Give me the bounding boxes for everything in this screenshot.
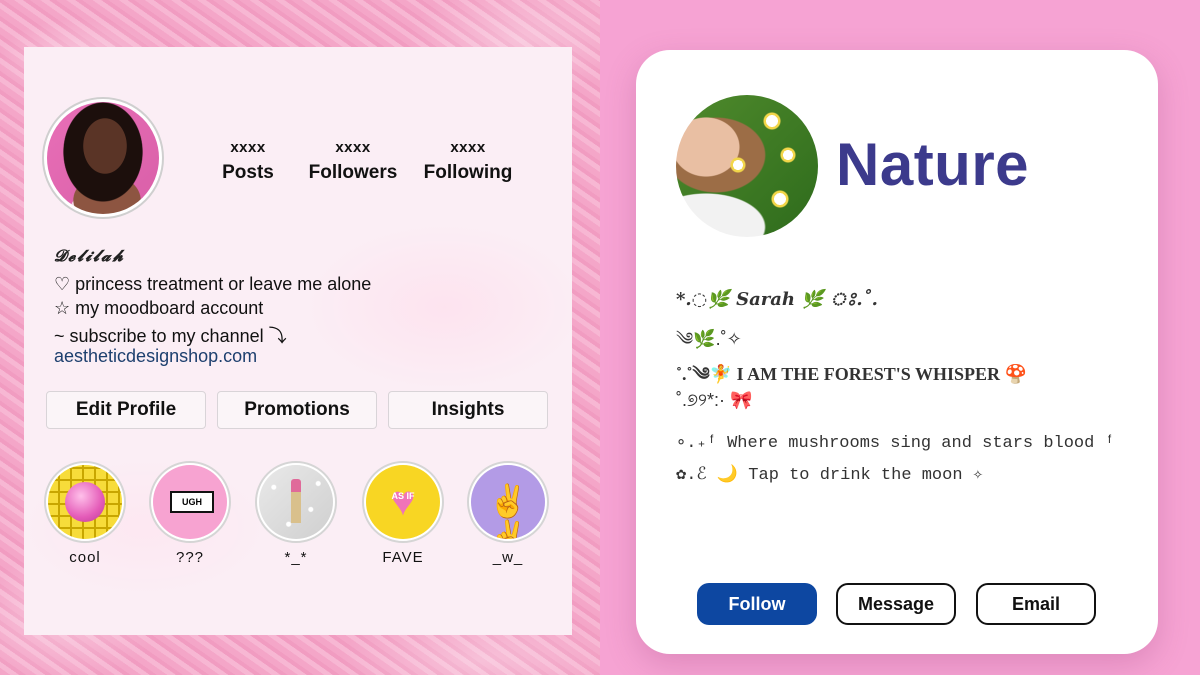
bio-line: ♡ princess treatment or leave me alone	[54, 274, 372, 294]
ugh-text: UGH	[170, 491, 214, 513]
lipstick-icon	[259, 465, 333, 539]
nature-bio-line: ✿.ℰ 🌙 Tap to drink the moon ✧	[676, 466, 983, 485]
profile-avatar[interactable]	[42, 97, 164, 219]
highlight-star-eyes[interactable]: *_*	[255, 461, 337, 566]
edit-profile-button[interactable]: Edit Profile	[46, 391, 206, 429]
candy-heart-icon: ♥ AS IF	[366, 465, 440, 539]
highlight-label: cool	[69, 549, 101, 566]
nature-bio-line: *.◌🌿 Sarah 🌿 ঃ.˚.	[676, 289, 878, 310]
nature-avatar[interactable]	[676, 95, 818, 237]
profile-title: Nature	[836, 131, 1030, 198]
posts-label: Posts	[222, 162, 274, 183]
highlight-label: FAVE	[382, 549, 424, 566]
followers-label: Followers	[308, 162, 398, 183]
following-label: Following	[423, 162, 513, 183]
stat-following[interactable]: xxxx Following	[414, 139, 522, 184]
as-if-text: AS IF	[391, 491, 415, 501]
highlight-cover: UGH	[149, 461, 231, 543]
promotions-button[interactable]: Promotions	[217, 391, 377, 429]
highlight-cover	[44, 461, 126, 543]
stat-followers[interactable]: xxxx Followers	[300, 139, 406, 184]
highlight-label: *_*	[284, 549, 308, 566]
stat-posts[interactable]: xxxx Posts	[208, 139, 288, 184]
profile-name: 𝓓𝓮𝓵𝓲𝓵𝓪𝓱	[54, 246, 126, 265]
bubblegum-icon	[48, 465, 122, 539]
avatar-photo	[47, 102, 159, 214]
highlight-cover: ♥ AS IF	[362, 461, 444, 543]
bio-line: ☆ my moodboard account	[54, 298, 264, 318]
highlight-cool[interactable]: cool	[44, 461, 126, 566]
highlight-label: _w_	[492, 549, 524, 566]
highlight-cover: ✌✌	[467, 461, 549, 543]
highlight-w[interactable]: ✌✌ _w_	[467, 461, 549, 566]
following-count: xxxx	[450, 139, 486, 156]
highlight-label: ???	[175, 549, 205, 566]
bio-line: ~ subscribe to my channel ⤵	[54, 326, 287, 346]
nature-bio-line: ˚.୭୨*:· 🎀	[676, 390, 753, 410]
followers-count: xxxx	[335, 139, 371, 156]
bio-link[interactable]: aestheticdesignshop.com	[54, 346, 257, 367]
highlight-fave[interactable]: ♥ AS IF FAVE	[362, 461, 444, 566]
speech-bubble-icon: UGH	[153, 465, 227, 539]
posts-count: xxxx	[230, 139, 266, 156]
follow-button[interactable]: Follow	[697, 583, 817, 625]
message-button[interactable]: Message	[836, 583, 956, 625]
peace-hands-icon: ✌✌	[471, 465, 545, 539]
highlight-cover	[255, 461, 337, 543]
email-button[interactable]: Email	[976, 583, 1096, 625]
nature-bio-line: ∘.₊ᶠ Where mushrooms sing and stars bloo…	[676, 434, 1115, 453]
insights-button[interactable]: Insights	[388, 391, 548, 429]
highlight-question[interactable]: UGH ???	[149, 461, 231, 566]
